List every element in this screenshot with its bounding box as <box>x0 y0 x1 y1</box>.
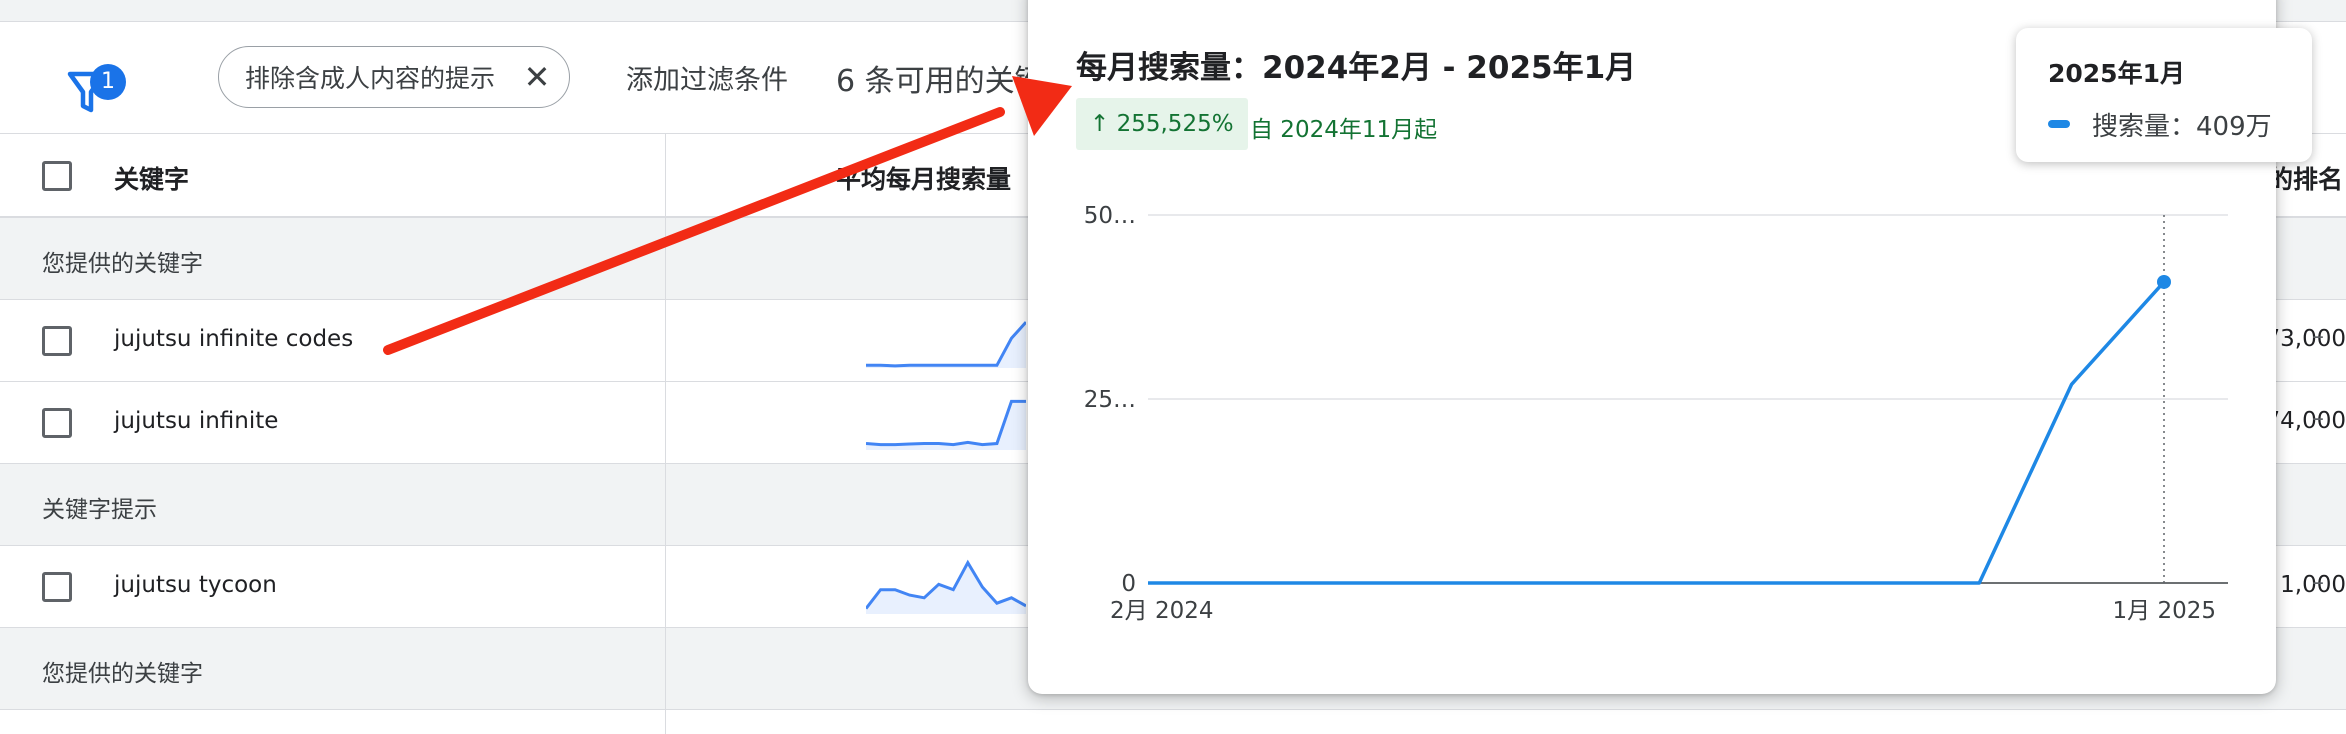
column-divider <box>665 134 666 734</box>
rank-value: – <box>2312 404 2324 432</box>
tooltip-title: 2025年1月 <box>2048 59 2185 88</box>
trend-sparkline <box>866 321 1026 368</box>
add-filter-button[interactable]: 添加过滤条件 <box>626 58 788 97</box>
rank-value: – <box>2312 322 2324 350</box>
row-checkbox[interactable] <box>42 326 72 356</box>
group-label: 您提供的关键字 <box>42 661 203 687</box>
rank-value: – <box>2312 568 2324 596</box>
series-line <box>1148 280 2166 585</box>
filter-count-badge: 1 <box>90 64 126 100</box>
header-keyword[interactable]: 关键字 <box>114 160 189 196</box>
keyword-text: jujutsu tycoon <box>114 572 277 598</box>
data-point <box>2157 274 2171 289</box>
row-checkbox[interactable] <box>42 408 72 438</box>
available-keywords-text: 6 条可用的关键 <box>836 64 1045 99</box>
tooltip-value: 搜索量：409万 <box>2092 112 2272 142</box>
header-rank[interactable]: 的排名 <box>2268 160 2343 196</box>
keyword-text: jujutsu infinite <box>114 408 279 434</box>
select-all-checkbox[interactable] <box>42 161 72 191</box>
keyword-planner-screen: 1 排除含成人内容的提示 ✕ 添加过滤条件 6 条可用的关键 关键字 平均每月搜… <box>0 0 2346 734</box>
group-label: 关键字提示 <box>42 497 157 523</box>
series-swatch <box>2048 120 2070 128</box>
header-avg-monthly-searches[interactable]: 平均每月搜索量 <box>836 160 1011 196</box>
x-tick-label: 2月 2024 <box>1110 598 1213 624</box>
row-checkbox[interactable] <box>42 572 72 602</box>
table-row[interactable] <box>0 710 2346 734</box>
x-tick-label: 1月 2025 <box>2113 598 2216 624</box>
chart-tooltip: 2025年1月 搜索量：409万 <box>2016 28 2312 162</box>
chip-label: 排除含成人内容的提示 <box>245 64 496 93</box>
sparkline-area <box>866 322 1026 368</box>
y-tick-label: 25… <box>1084 387 1136 413</box>
y-tick-label: 50… <box>1084 203 1136 229</box>
trend-sparkline <box>866 559 1026 614</box>
adult-content-filter-chip[interactable]: 排除含成人内容的提示 ✕ <box>218 46 570 108</box>
keyword-text: jujutsu infinite codes <box>114 326 354 352</box>
y-tick-label: 0 <box>1121 571 1136 597</box>
trend-sparkline <box>866 399 1026 450</box>
close-icon[interactable]: ✕ <box>519 59 555 95</box>
group-label: 您提供的关键字 <box>42 251 203 277</box>
